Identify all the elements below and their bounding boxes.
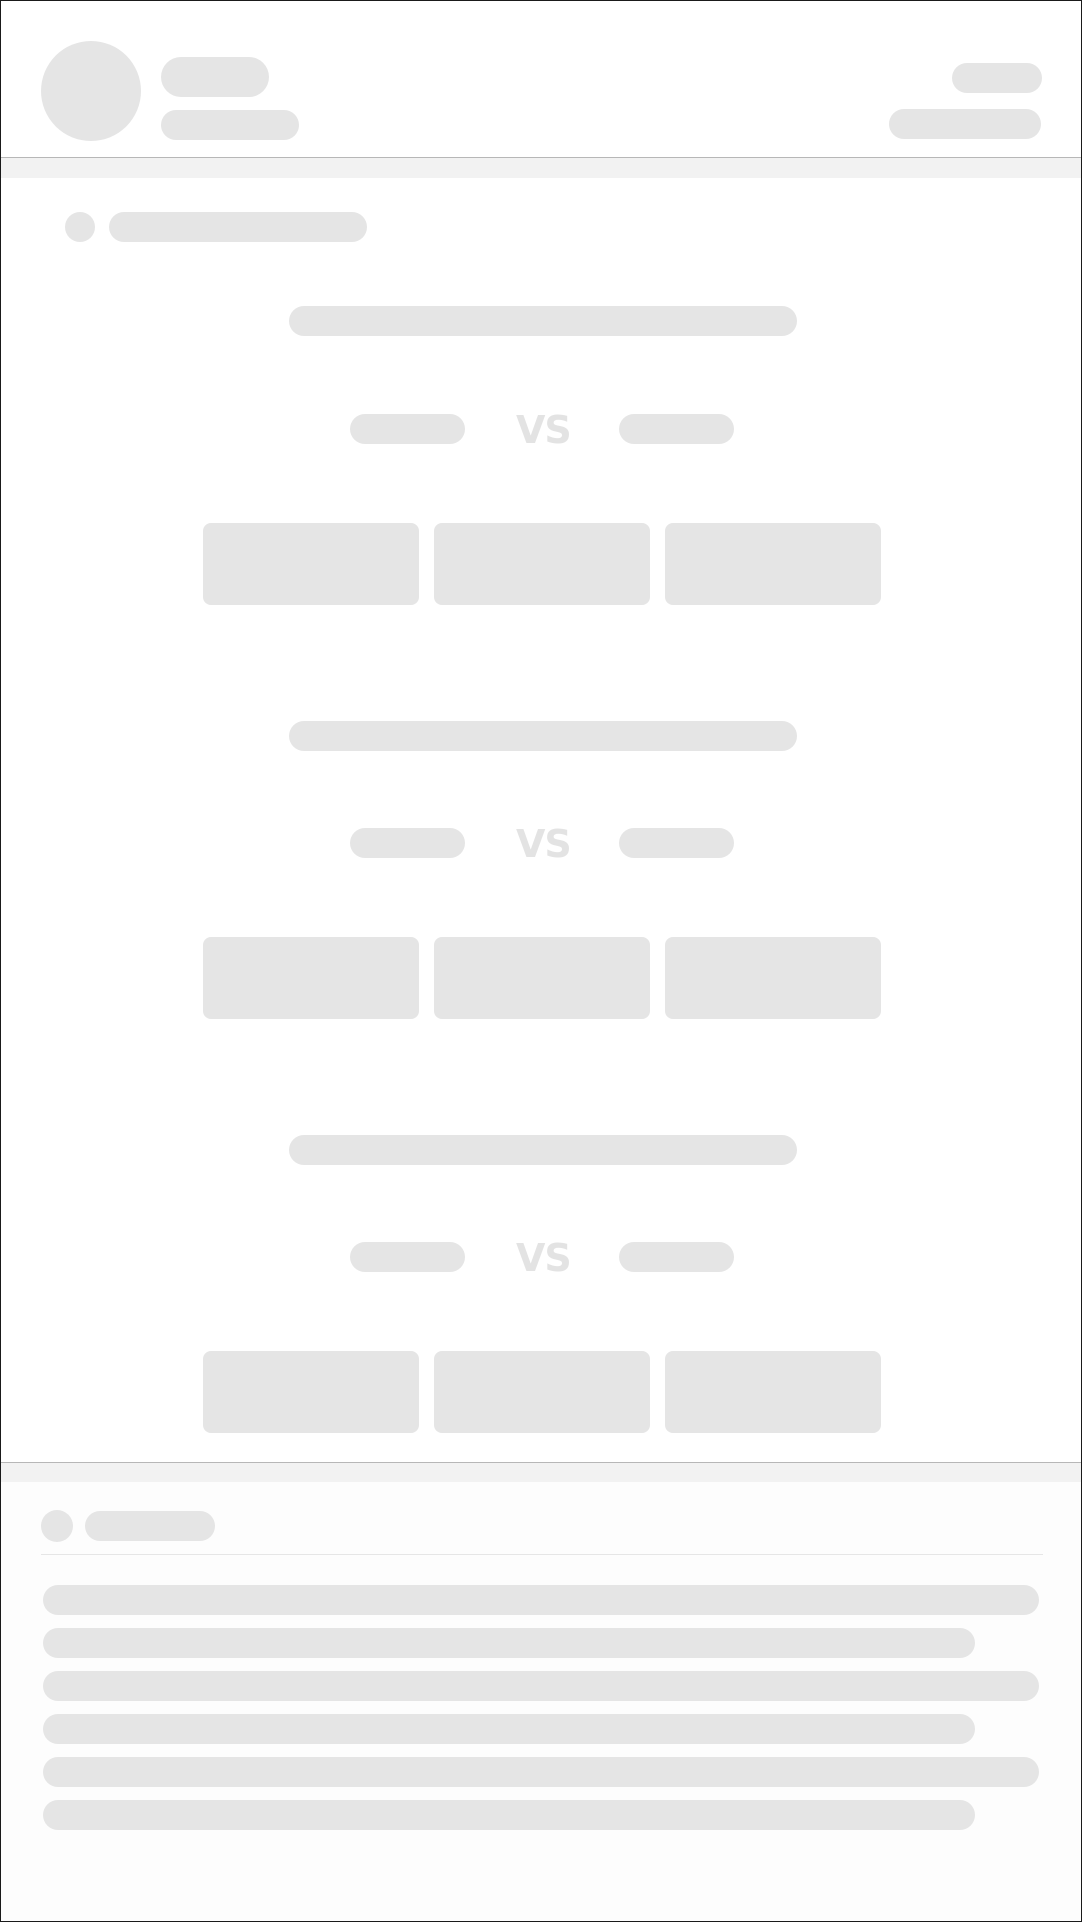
team-right-placeholder xyxy=(619,1242,734,1272)
team-left-placeholder xyxy=(350,1242,465,1272)
team-right-placeholder xyxy=(619,414,734,444)
section-separator xyxy=(1,1463,1081,1482)
vs-label: VS xyxy=(516,408,572,452)
header-meta-placeholder xyxy=(889,109,1041,139)
odds-button[interactable] xyxy=(665,937,881,1019)
text-line-placeholder xyxy=(43,1671,1039,1701)
section-separator xyxy=(1,158,1081,178)
team-left-placeholder xyxy=(350,828,465,858)
section-title-placeholder xyxy=(109,212,367,242)
odds-button[interactable] xyxy=(434,1351,650,1433)
text-line-placeholder xyxy=(43,1714,975,1744)
odds-button[interactable] xyxy=(665,1351,881,1433)
header-title-placeholder xyxy=(161,57,269,97)
odds-button[interactable] xyxy=(203,937,419,1019)
odds-button[interactable] xyxy=(434,523,650,605)
odds-button[interactable] xyxy=(203,523,419,605)
text-line-placeholder xyxy=(43,1757,1039,1787)
odds-button[interactable] xyxy=(203,1351,419,1433)
match-title-placeholder xyxy=(289,721,797,751)
bottom-section-icon xyxy=(41,1510,73,1542)
bottom-section-title-placeholder xyxy=(85,1511,215,1541)
text-line-placeholder xyxy=(43,1628,975,1658)
section-icon xyxy=(65,212,95,242)
team-right-placeholder xyxy=(619,828,734,858)
match-title-placeholder xyxy=(289,1135,797,1165)
divider xyxy=(41,1554,1043,1555)
text-line-placeholder xyxy=(43,1800,975,1830)
odds-button[interactable] xyxy=(434,937,650,1019)
odds-button[interactable] xyxy=(665,523,881,605)
bottom-section xyxy=(1,1462,1081,1921)
header-action-placeholder[interactable] xyxy=(952,63,1042,93)
vs-label: VS xyxy=(516,1236,572,1280)
header xyxy=(1,1,1081,158)
matches-section: VS VS VS xyxy=(1,178,1081,1461)
app-frame: VS VS VS xyxy=(0,0,1082,1922)
match-title-placeholder xyxy=(289,306,797,336)
team-left-placeholder xyxy=(350,414,465,444)
header-subtitle-placeholder xyxy=(161,110,299,140)
text-line-placeholder xyxy=(43,1585,1039,1615)
vs-label: VS xyxy=(516,822,572,866)
avatar xyxy=(41,41,141,141)
